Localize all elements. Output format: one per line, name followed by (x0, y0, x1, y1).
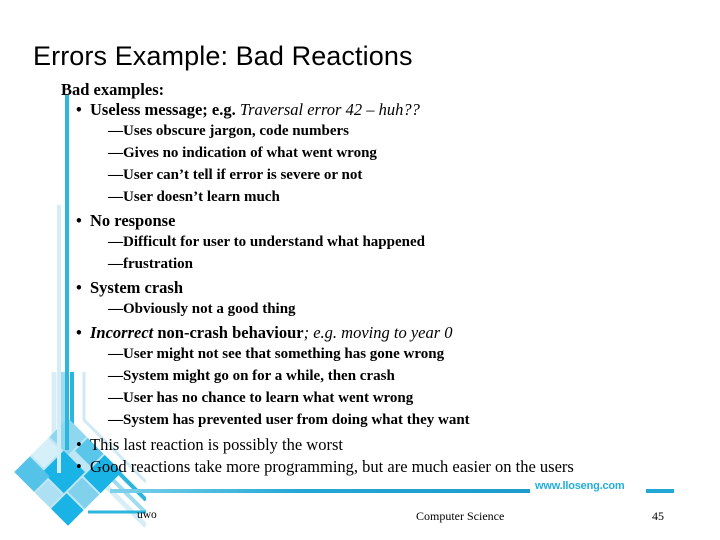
bullet-glyph: • (76, 100, 82, 119)
list-item-example: Traversal error 42 – huh?? (239, 100, 420, 119)
list-item: • Incorrect non-crash behaviour; e.g. mov… (76, 323, 453, 343)
sub-list-item: —Uses obscure jargon, code numbers (108, 123, 349, 139)
sub-list-item: —User might not see that something has g… (108, 346, 445, 362)
list-item-emphasis: Incorrect (90, 323, 154, 342)
list-item-label: Useless message; e.g. (90, 100, 240, 119)
list-item: • Useless message; e.g. Traversal error 4… (76, 100, 420, 120)
list-item-label: No response (90, 211, 176, 230)
sub-list-item: —System has prevented user from doing wh… (108, 412, 470, 428)
list-item: • This last reaction is possibly the wors… (76, 435, 343, 455)
bullet-glyph: • (76, 323, 82, 342)
page-title: Errors Example: Bad Reactions (33, 41, 413, 71)
footer-url[interactable]: www.lloseng.com (535, 480, 625, 492)
footer-divider (110, 489, 530, 493)
footer-organization: uwo (137, 509, 157, 521)
sub-list-item: —User doesn’t learn much (108, 189, 280, 205)
list-item-label: non-crash behaviour (153, 323, 304, 342)
page-number: 45 (652, 509, 664, 523)
sub-list-item: —frustration (108, 256, 193, 272)
sub-list-item: —System might go on for a while, then cr… (108, 368, 395, 384)
bullet-glyph: • (76, 435, 82, 454)
footer-department: Computer Science (416, 509, 505, 523)
accent-vertical-rule (65, 95, 69, 450)
sub-list-item: —Gives no indication of what went wrong (108, 145, 377, 161)
bullet-glyph: • (76, 211, 82, 230)
sub-list-item: —User can’t tell if error is severe or n… (108, 167, 363, 183)
sub-list-item: —Difficult for user to understand what h… (108, 234, 425, 250)
list-item-label: This last reaction is possibly the worst (90, 435, 343, 454)
list-item-label: Good reactions take more programming, bu… (90, 457, 574, 476)
list-item: • Good reactions take more programming, b… (76, 457, 574, 477)
slide-canvas: Errors Example: Bad Reactions Bad exampl… (0, 0, 720, 540)
bullet-glyph: • (76, 457, 82, 476)
accent-vertical-rule-secondary (57, 205, 61, 473)
intro-line: Bad examples: (61, 80, 165, 99)
bullet-glyph: • (76, 278, 82, 297)
list-item-label: System crash (90, 278, 184, 297)
footer-divider-right (646, 489, 674, 493)
list-item: • No response (76, 211, 175, 231)
list-item-example: ; e.g. moving to year 0 (303, 323, 453, 342)
sub-list-item: —User has no chance to learn what went w… (108, 390, 414, 406)
sub-list-item: —Obviously not a good thing (108, 301, 296, 317)
list-item: • System crash (76, 278, 183, 298)
